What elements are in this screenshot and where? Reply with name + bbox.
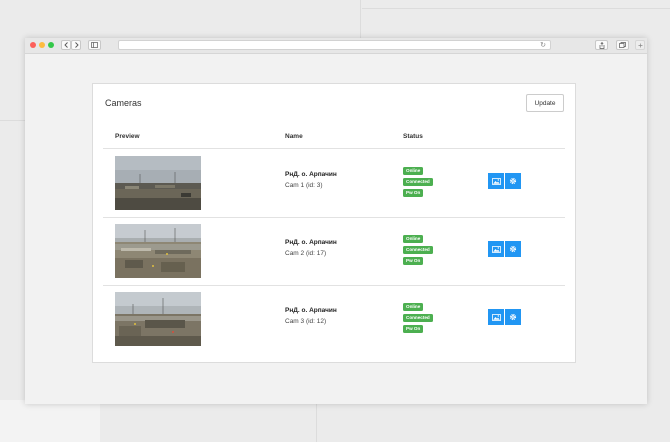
status-badge-power: Pw On bbox=[403, 325, 424, 333]
chevron-left-icon bbox=[63, 42, 68, 48]
status-badge-online: Online bbox=[403, 235, 424, 243]
camera-preview-image[interactable] bbox=[115, 224, 201, 278]
view-images-button[interactable] bbox=[488, 309, 504, 325]
background-line bbox=[362, 8, 670, 9]
status-badges: Online Connected Pw On bbox=[403, 167, 433, 200]
camera-preview-image[interactable] bbox=[115, 156, 201, 210]
sidebar-toggle-button[interactable] bbox=[88, 40, 101, 50]
new-tab-button[interactable] bbox=[635, 40, 645, 50]
cameras-panel: Cameras Update Preview Name Status РнД. … bbox=[92, 83, 576, 363]
background-line bbox=[316, 404, 317, 442]
column-header-name: Name bbox=[285, 133, 303, 140]
close-window-button[interactable] bbox=[30, 42, 36, 48]
table-row: РнД. о. Арпачин Cam 2 (id: 17) Online Co… bbox=[93, 217, 577, 285]
image-icon bbox=[491, 177, 501, 185]
status-badge-connected: Connected bbox=[403, 246, 433, 254]
table-row: РнД. о. Арпачин Cam 3 (id: 12) Online Co… bbox=[93, 285, 577, 353]
browser-toolbar: ↻ bbox=[25, 38, 647, 54]
status-badge-power: Pw On bbox=[403, 189, 424, 197]
panel-title: Cameras bbox=[105, 98, 142, 108]
row-actions bbox=[488, 241, 521, 257]
share-button[interactable] bbox=[595, 40, 608, 50]
camera-site-name: РнД. о. Арпачин bbox=[285, 239, 337, 246]
camera-settings-button[interactable] bbox=[505, 241, 521, 257]
browser-window: ↻ Cameras Update Preview Name Status РнД… bbox=[25, 38, 647, 404]
camera-settings-button[interactable] bbox=[505, 309, 521, 325]
gear-icon bbox=[509, 177, 517, 185]
sidebar-icon bbox=[91, 42, 98, 48]
camera-label: Cam 1 (id: 3) bbox=[285, 182, 323, 189]
background-line bbox=[360, 0, 361, 38]
share-icon bbox=[599, 41, 604, 49]
camera-label: Cam 2 (id: 17) bbox=[285, 250, 327, 257]
camera-site-name: РнД. о. Арпачин bbox=[285, 307, 337, 314]
camera-preview-image[interactable] bbox=[115, 292, 201, 346]
status-badge-online: Online bbox=[403, 167, 424, 175]
view-images-button[interactable] bbox=[488, 173, 504, 189]
gear-icon bbox=[509, 245, 517, 253]
status-badge-power: Pw On bbox=[403, 257, 424, 265]
row-actions bbox=[488, 173, 521, 189]
table-row: РнД. о. Арпачин Cam 1 (id: 3) Online Con… bbox=[93, 149, 577, 217]
status-badges: Online Connected Pw On bbox=[403, 235, 433, 268]
reload-icon[interactable]: ↻ bbox=[540, 41, 546, 50]
plus-icon bbox=[638, 43, 642, 47]
image-icon bbox=[491, 245, 501, 253]
background-line bbox=[0, 120, 25, 121]
gear-icon bbox=[509, 313, 517, 321]
back-button[interactable] bbox=[61, 40, 71, 50]
status-badge-connected: Connected bbox=[403, 314, 433, 322]
forward-button[interactable] bbox=[71, 40, 81, 50]
tabs-button[interactable] bbox=[616, 40, 629, 50]
image-icon bbox=[491, 313, 501, 321]
background-panel bbox=[0, 400, 100, 442]
camera-settings-button[interactable] bbox=[505, 173, 521, 189]
minimize-window-button[interactable] bbox=[39, 42, 45, 48]
address-bar[interactable]: ↻ bbox=[118, 40, 551, 50]
view-images-button[interactable] bbox=[488, 241, 504, 257]
row-actions bbox=[488, 309, 521, 325]
camera-site-name: РнД. о. Арпачин bbox=[285, 171, 337, 178]
zoom-window-button[interactable] bbox=[48, 42, 54, 48]
column-header-preview: Preview bbox=[115, 133, 140, 140]
status-badges: Online Connected Pw On bbox=[403, 303, 433, 336]
status-badge-connected: Connected bbox=[403, 178, 433, 186]
camera-label: Cam 3 (id: 12) bbox=[285, 318, 327, 325]
status-badge-online: Online bbox=[403, 303, 424, 311]
update-button[interactable]: Update bbox=[526, 94, 564, 112]
column-header-status: Status bbox=[403, 133, 423, 140]
chevron-right-icon bbox=[74, 42, 79, 48]
tabs-icon bbox=[619, 42, 626, 48]
